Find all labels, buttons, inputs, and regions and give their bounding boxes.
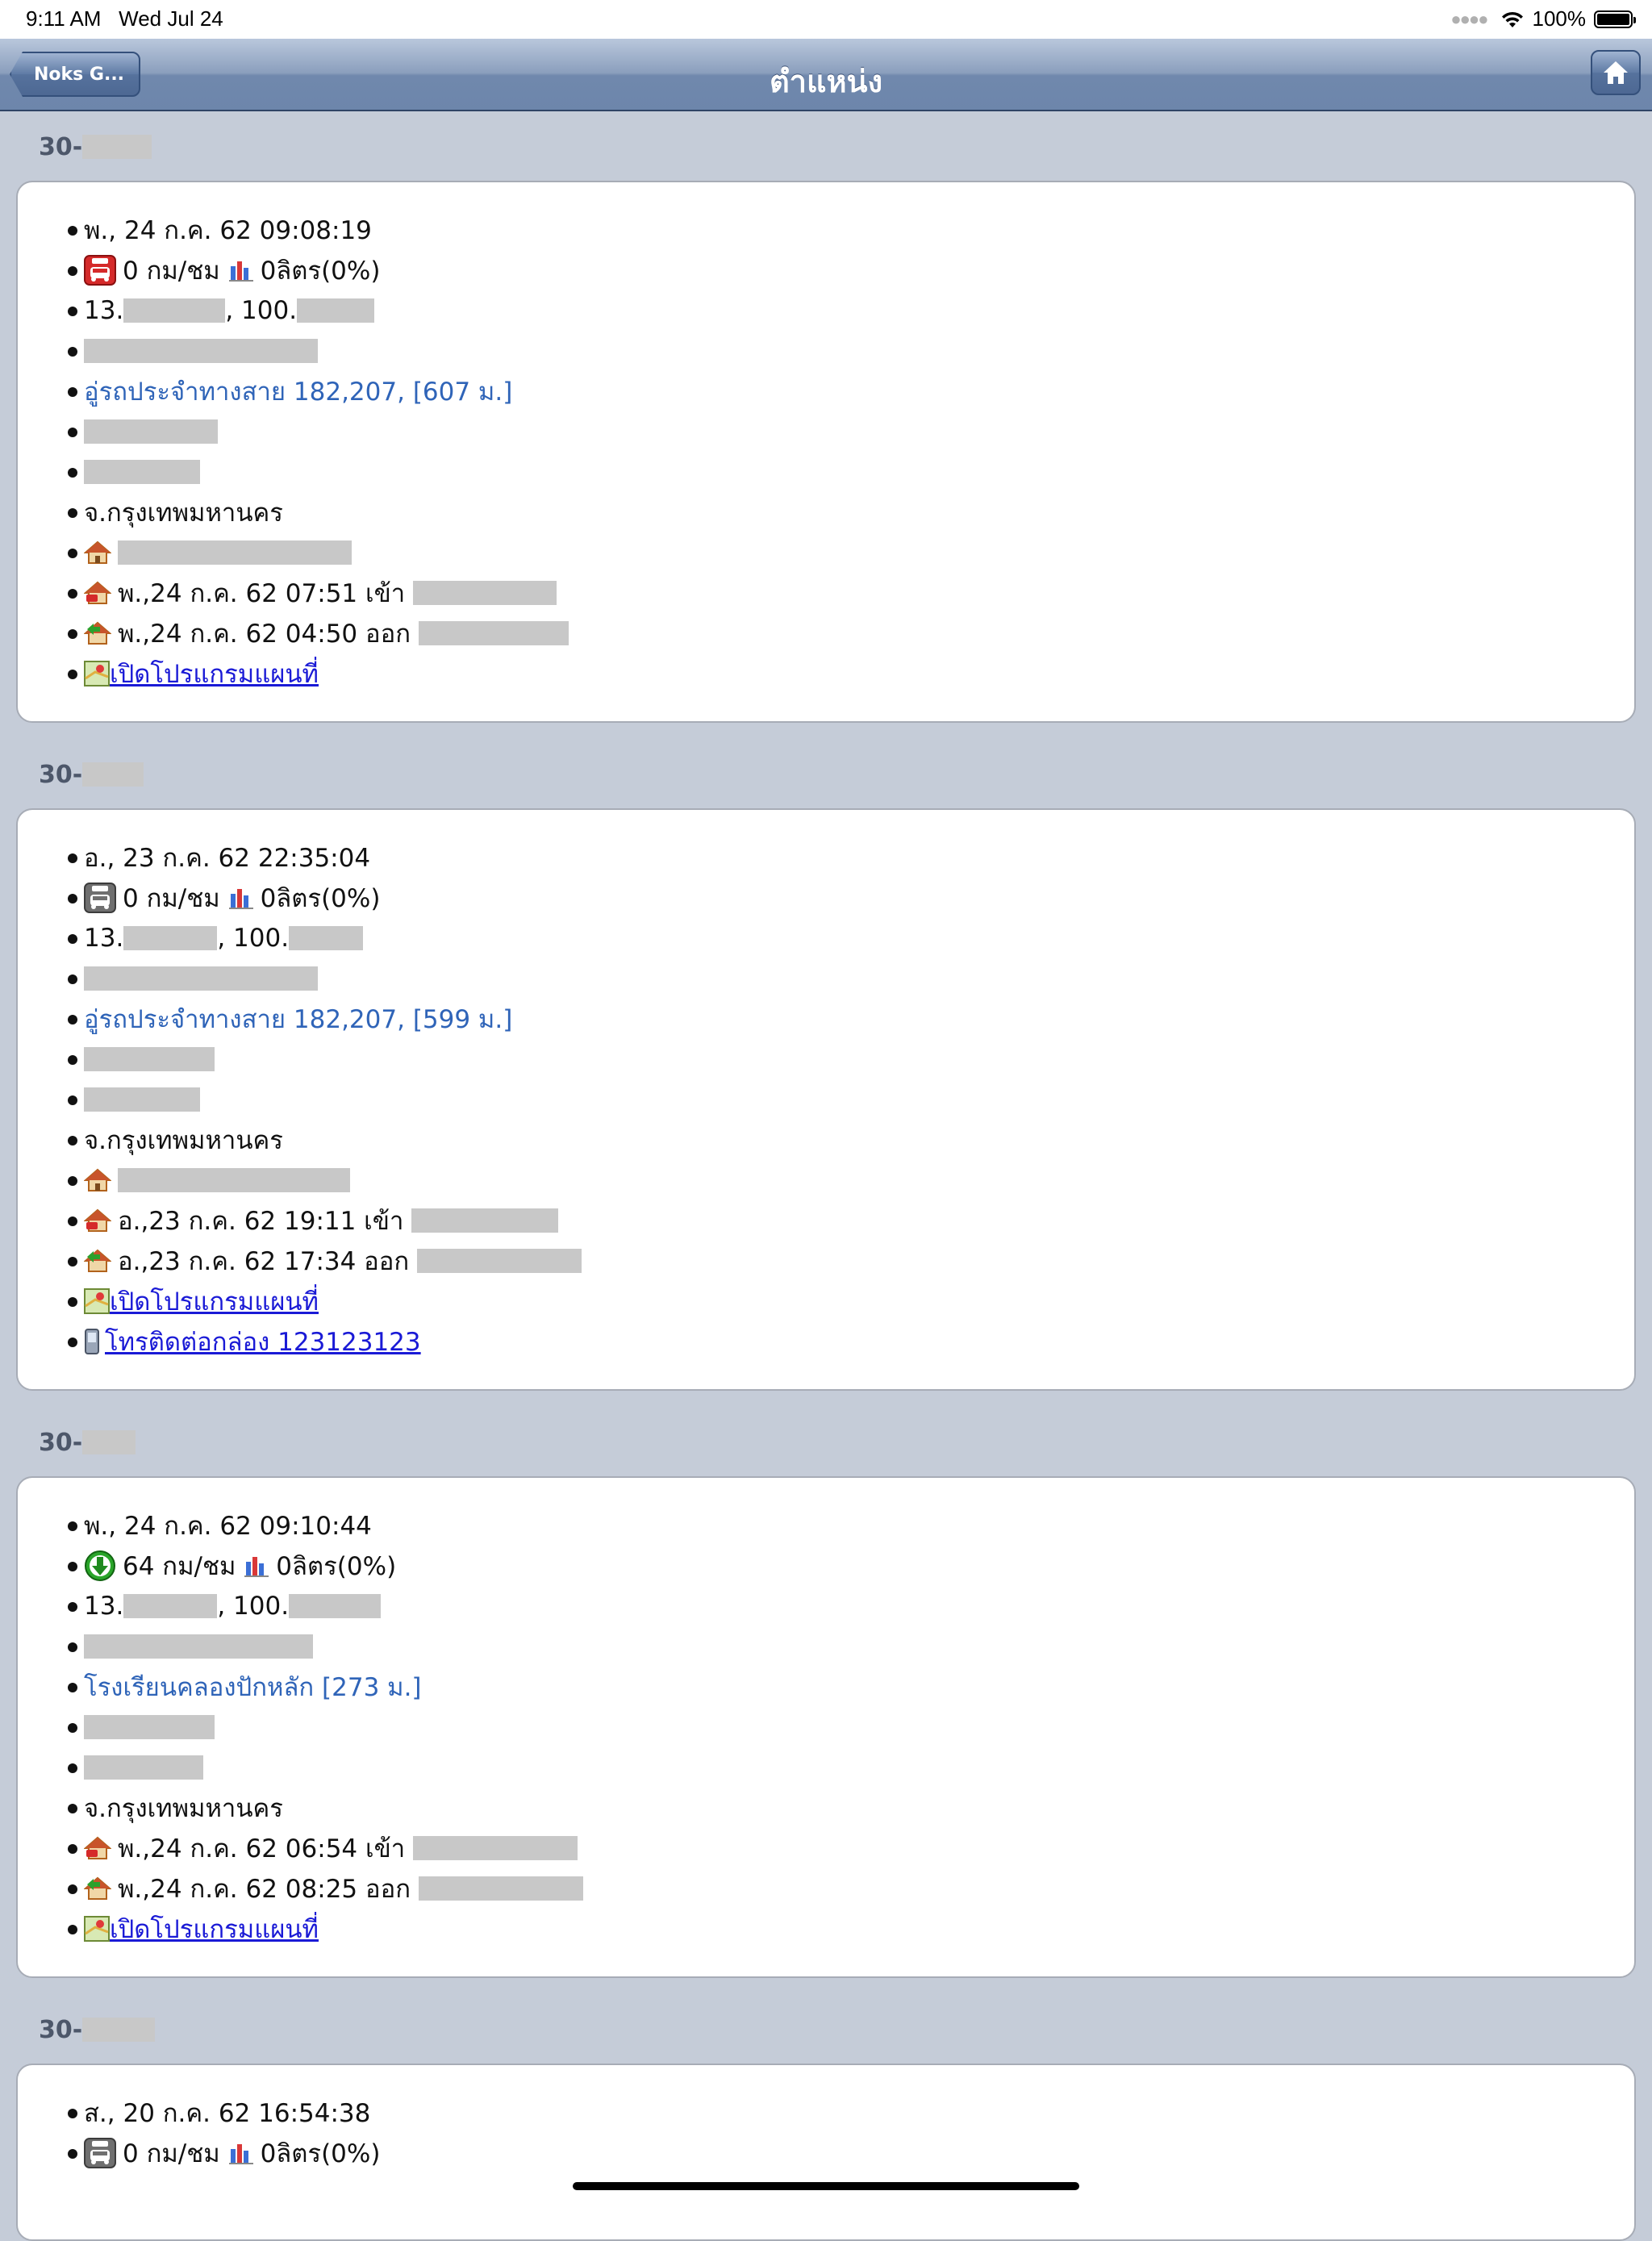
open-map-link[interactable]: เปิดโปรแกรมแผนที่ [110, 1281, 319, 1321]
open-map-link[interactable]: เปิดโปรแกรมแผนที่ [110, 1909, 319, 1949]
card-redacted-line [68, 1747, 1634, 1788]
card-datetime: พ., 24 ก.ค. 62 09:10:44 [68, 1505, 1634, 1546]
map-icon [84, 1288, 110, 1314]
phone-icon [85, 1329, 99, 1354]
vehicle-plate-header: 30- [39, 758, 144, 791]
card-redacted-line [68, 958, 1634, 999]
map-icon [84, 661, 110, 686]
card-enter-event: อ.,23 ก.ค. 62 19:11 เข้า [68, 1200, 1634, 1241]
call-link-item[interactable]: โทรติดต่อกล่อง 123123123 [68, 1321, 1634, 1362]
card-enter-event: พ.,24 ก.ค. 62 06:54 เข้า [68, 1828, 1634, 1868]
home-indicator[interactable] [573, 2182, 1079, 2190]
parked-red-icon [84, 255, 116, 286]
house-exit-icon [84, 1876, 111, 1900]
vehicle-list[interactable]: 30- พ., 24 ก.ค. 62 09:08:19 0 กม/ชม 0ลิต… [0, 111, 1652, 2241]
card-speed-fuel: 64 กม/ชม 0ลิตร(0%) [68, 1546, 1634, 1586]
status-bar: 9:11 AM Wed Jul 24 ●●●● 100% [0, 0, 1652, 39]
vehicle-card[interactable]: อ., 23 ก.ค. 62 22:35:04 0 กม/ชม 0ลิตร(0%… [16, 808, 1636, 1391]
house-icon [84, 1168, 111, 1191]
battery-percent: 100% [1532, 6, 1587, 31]
card-coordinates: 13., 100. [68, 1586, 1634, 1626]
moving-green-arrow-icon [85, 1550, 115, 1581]
navigation-bar: Noks G... ตำแหน่ง [0, 39, 1652, 111]
map-link-item[interactable]: เปิดโปรแกรมแผนที่ [68, 1281, 1634, 1321]
house-enter-icon [84, 1208, 111, 1232]
card-coordinates: 13., 100. [68, 290, 1634, 331]
house-enter-icon [84, 1836, 111, 1859]
fuel-chart-icon [228, 2144, 253, 2164]
card-exit-event: อ.,23 ก.ค. 62 17:34 ออก [68, 1241, 1634, 1281]
card-speed-fuel: 0 กม/ชม 0ลิตร(0%) [68, 2133, 1634, 2173]
map-link-item[interactable]: เปิดโปรแกรมแผนที่ [68, 1909, 1634, 1949]
vehicle-plate-header: 30- [39, 131, 152, 163]
house-exit-icon [84, 621, 111, 645]
battery-icon [1594, 10, 1636, 28]
card-datetime: อ., 23 ก.ค. 62 22:35:04 [68, 837, 1634, 878]
map-icon [84, 1916, 110, 1942]
parked-gray-icon [84, 883, 116, 913]
home-button[interactable] [1591, 50, 1641, 95]
fuel-chart-icon [228, 261, 253, 282]
home-icon [1604, 61, 1628, 84]
house-icon [84, 540, 111, 564]
vehicle-plate-header: 30- [39, 2014, 156, 2046]
card-redacted-line [68, 1707, 1634, 1747]
house-exit-icon [84, 1249, 111, 1272]
status-time: 9:11 AM Wed Jul 24 [26, 6, 223, 31]
card-geofence [68, 1160, 1634, 1200]
card-exit-event: พ.,24 ก.ค. 62 04:50 ออก [68, 613, 1634, 653]
card-datetime: ส., 20 ก.ค. 62 16:54:38 [68, 2093, 1634, 2133]
card-place: อู่รถประจำทางสาย 182,207, [607 ม.] [68, 371, 1634, 411]
cellular-signal-icon: ●●●● [1450, 8, 1488, 29]
card-datetime: พ., 24 ก.ค. 62 09:08:19 [68, 210, 1634, 250]
card-redacted-line [68, 452, 1634, 492]
card-redacted-line [68, 331, 1634, 371]
card-place: อู่รถประจำทางสาย 182,207, [599 ม.] [68, 999, 1634, 1039]
card-province: จ.กรุงเทพมหานคร [68, 1788, 1634, 1828]
card-redacted-line [68, 411, 1634, 452]
vehicle-card[interactable]: พ., 24 ก.ค. 62 09:08:19 0 กม/ชม 0ลิตร(0%… [16, 181, 1636, 723]
fuel-chart-icon [228, 889, 253, 909]
card-redacted-line [68, 1626, 1634, 1667]
card-speed-fuel: 0 กม/ชม 0ลิตร(0%) [68, 878, 1634, 918]
card-province: จ.กรุงเทพมหานคร [68, 492, 1634, 532]
vehicle-plate-header: 30- [39, 1426, 136, 1459]
card-place: โรงเรียนคลองปักหลัก [273 ม.] [68, 1667, 1634, 1707]
wifi-icon [1500, 10, 1525, 28]
call-box-link[interactable]: โทรติดต่อกล่อง 123123123 [105, 1321, 421, 1362]
house-enter-icon [84, 581, 111, 604]
parked-gray-icon [84, 2138, 116, 2168]
card-enter-event: พ.,24 ก.ค. 62 07:51 เข้า [68, 573, 1634, 613]
card-province: จ.กรุงเทพมหานคร [68, 1120, 1634, 1160]
card-redacted-line [68, 1079, 1634, 1120]
fuel-chart-icon [244, 1557, 269, 1577]
page-title: ตำแหน่ง [769, 64, 883, 99]
map-link-item[interactable]: เปิดโปรแกรมแผนที่ [68, 653, 1634, 694]
card-redacted-line [68, 1039, 1634, 1079]
card-coordinates: 13., 100. [68, 918, 1634, 958]
status-right: ●●●● 100% [1450, 6, 1636, 31]
card-exit-event: พ.,24 ก.ค. 62 08:25 ออก [68, 1868, 1634, 1909]
card-geofence [68, 532, 1634, 573]
card-speed-fuel: 0 กม/ชม 0ลิตร(0%) [68, 250, 1634, 290]
vehicle-card[interactable]: ส., 20 ก.ค. 62 16:54:38 0 กม/ชม 0ลิตร(0%… [16, 2064, 1636, 2241]
vehicle-card[interactable]: พ., 24 ก.ค. 62 09:10:44 64 กม/ชม 0ลิตร(0… [16, 1476, 1636, 1978]
open-map-link[interactable]: เปิดโปรแกรมแผนที่ [110, 653, 319, 694]
